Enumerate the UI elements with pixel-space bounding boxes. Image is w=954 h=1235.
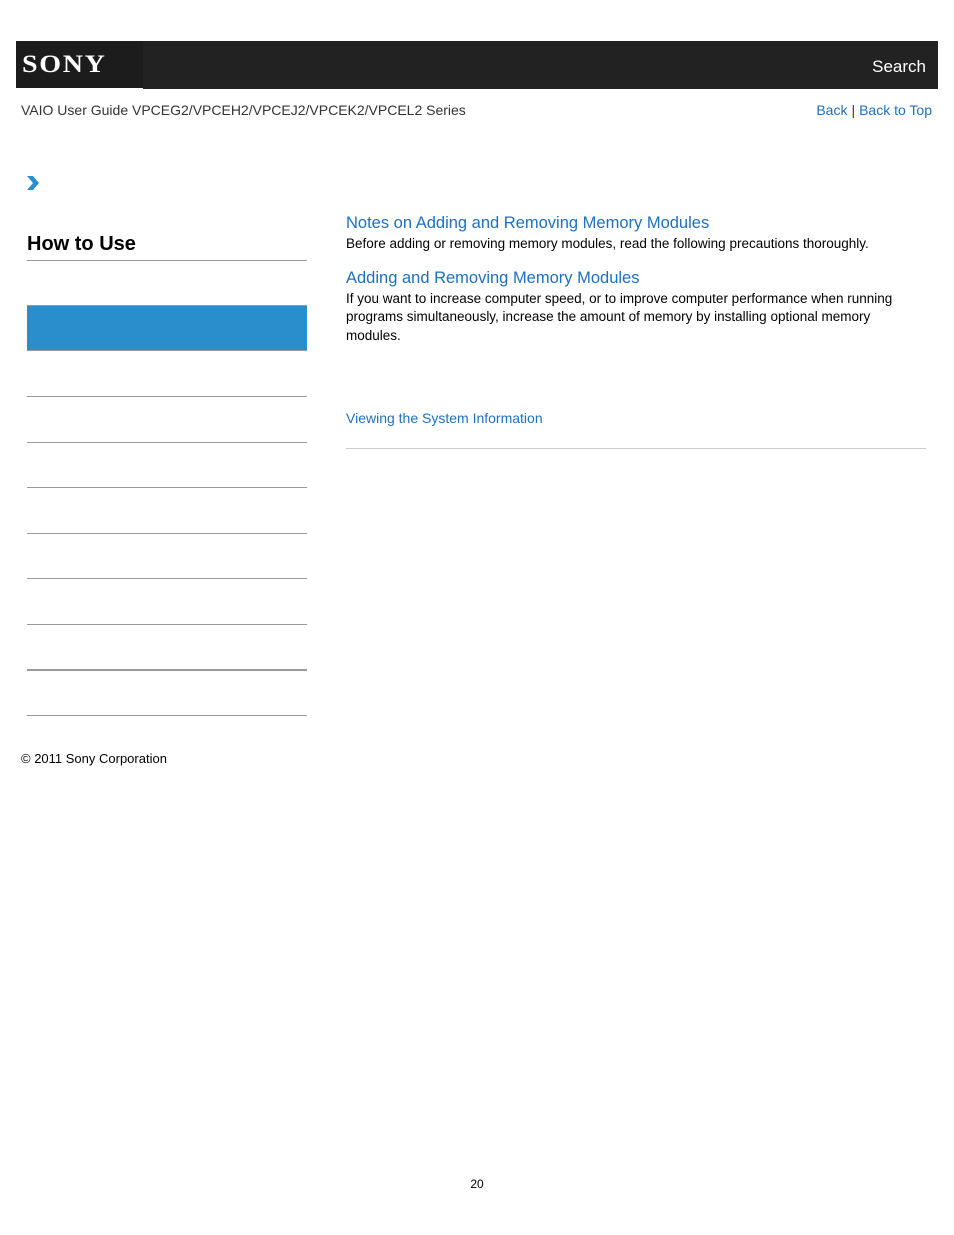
sidebar-title: How to Use	[27, 230, 307, 261]
back-to-top-link[interactable]: Back to Top	[859, 102, 932, 118]
sidebar-item-divider[interactable]	[27, 442, 307, 443]
copyright: © 2011 Sony Corporation	[21, 751, 167, 766]
top-header-bar: SONY Search	[16, 41, 938, 89]
back-link[interactable]: Back	[816, 102, 847, 118]
content-divider	[346, 448, 926, 449]
related-link-system-information[interactable]: Viewing the System Information	[346, 410, 543, 426]
search-link[interactable]: Search	[872, 57, 926, 77]
sony-logo-block: SONY	[16, 41, 143, 89]
sony-logo: SONY	[22, 51, 107, 78]
sidebar-item-divider[interactable]	[27, 396, 307, 397]
topic-link-adding-removing-memory[interactable]: Adding and Removing Memory Modules	[346, 268, 639, 288]
sidebar-item-divider[interactable]	[27, 624, 307, 625]
topic-description: If you want to increase computer speed, …	[346, 290, 893, 343]
sidebar: How to Use	[27, 230, 307, 716]
topic-link-notes-memory[interactable]: Notes on Adding and Removing Memory Modu…	[346, 213, 709, 233]
chevron-right-icon[interactable]	[26, 175, 40, 191]
main-content: Notes on Adding and Removing Memory Modu…	[346, 213, 926, 359]
link-separator: |	[851, 102, 856, 118]
page-number: 20	[470, 1177, 484, 1191]
sidebar-item-active[interactable]	[27, 305, 307, 351]
sidebar-item-divider[interactable]	[27, 578, 307, 579]
topic-entry: Adding and Removing Memory Modules If yo…	[346, 268, 926, 346]
top-nav-links: Back | Back to Top	[816, 102, 932, 118]
sidebar-item-divider[interactable]	[27, 669, 307, 671]
guide-title: VAIO User Guide VPCEG2/VPCEH2/VPCEJ2/VPC…	[21, 102, 466, 118]
topic-description: Before adding or removing memory modules…	[346, 236, 869, 251]
sidebar-item-divider[interactable]	[27, 715, 307, 716]
sidebar-item-divider[interactable]	[27, 533, 307, 534]
topic-entry: Notes on Adding and Removing Memory Modu…	[346, 213, 926, 254]
sidebar-item-divider[interactable]	[27, 487, 307, 488]
